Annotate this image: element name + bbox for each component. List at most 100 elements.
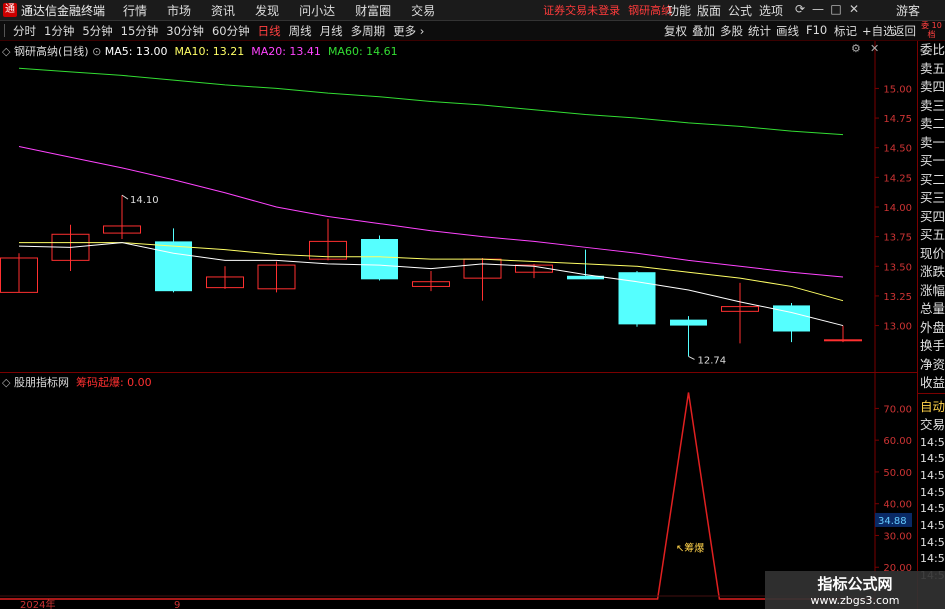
indicator-tick-label: 50.00 — [883, 468, 912, 479]
menu-layout[interactable]: 版面 — [697, 2, 721, 19]
watermark-title: 指标公式网 — [817, 575, 893, 593]
main-legend: ◇ 钢研高纳(日线) ⊙ MA5: 13.00 MA10: 13.21 MA20… — [2, 43, 398, 59]
tab-more-label: 更多 — [393, 23, 417, 38]
candle-body-up — [824, 339, 862, 342]
quote-field-label: 现价 — [920, 245, 945, 261]
menu-item-ask[interactable]: 问小达 — [299, 2, 335, 19]
quote-field-label: 卖三 — [920, 97, 945, 113]
quote-field-label: 买一 — [920, 153, 945, 168]
quote-field-label: 委比 — [920, 42, 945, 57]
indicator-collapse-icon[interactable]: ◇ — [2, 376, 10, 389]
indicator-tick-label: 30.00 — [883, 531, 912, 542]
depth-indicator: 委 10档 — [918, 21, 945, 40]
tab-monthly[interactable]: 月线 — [316, 23, 347, 39]
tool-f10[interactable]: F10 — [806, 23, 827, 37]
menu-item-news[interactable]: 资讯 — [211, 2, 235, 19]
price-tick-label: 14.75 — [883, 114, 912, 125]
candle-body-down — [155, 241, 192, 292]
tool-mark[interactable]: 标记 — [834, 23, 857, 39]
quote-field-label: 卖一 — [920, 134, 945, 150]
indicator-line — [0, 392, 875, 600]
tab-timeshare[interactable]: 分时 — [9, 23, 40, 39]
ma60-label: MA60: 14.61 — [327, 45, 398, 58]
dropdown-icon[interactable]: ⊙ — [92, 45, 101, 58]
menu-item-trade[interactable]: 交易 — [411, 2, 435, 19]
quote-field-label: 买五 — [920, 227, 945, 242]
maximize-icon[interactable]: □ — [828, 2, 844, 18]
indicator-legend: ◇ 股朋指标网 筹码起爆: 0.00 — [2, 374, 152, 390]
stock-name-label: 钢研高纳(日线) — [13, 45, 89, 58]
quote-field-label: 卖五 — [920, 60, 945, 76]
watermark-url: www.zbgs3.com — [810, 594, 900, 607]
chart-settings-icon[interactable]: ⚙ — [851, 42, 861, 55]
tool-overlay[interactable]: 叠加 — [692, 23, 715, 39]
tab-daily[interactable]: 日线 — [254, 23, 285, 39]
menu-item-quotes[interactable]: 行情 — [123, 2, 147, 19]
menu-function[interactable]: 功能 — [667, 2, 691, 19]
tick-time: 14:56 — [920, 502, 945, 516]
candle-body-down — [670, 319, 707, 326]
price-tick-label: 13.75 — [883, 233, 912, 244]
chart-close-icon[interactable]: ✕ — [870, 42, 879, 55]
low-marker-line — [688, 355, 695, 360]
close-icon[interactable]: ✕ — [846, 2, 862, 18]
panel-tab[interactable]: 交易 — [918, 416, 945, 435]
guest-label[interactable]: 游客 — [896, 2, 920, 19]
refresh-icon[interactable]: ⟳ — [792, 2, 808, 18]
ma5-label: MA5: 13.00 — [104, 45, 168, 58]
app-logo-icon: 通 — [3, 3, 17, 17]
menu-item-market[interactable]: 市场 — [167, 2, 191, 19]
price-tick-label: 13.00 — [883, 322, 912, 333]
quote-field-label: 总量 — [920, 301, 945, 316]
tool-stats[interactable]: 统计 — [748, 23, 771, 39]
tick-time: 14:56 — [920, 485, 945, 499]
tab-weekly[interactable]: 周线 — [285, 23, 316, 39]
candle-body-down — [773, 305, 810, 332]
tool-adjust[interactable]: 复权 — [664, 23, 687, 39]
price-tick-label: 14.00 — [883, 203, 912, 214]
tab-1min[interactable]: 1分钟 — [40, 23, 78, 39]
tab-60min[interactable]: 60分钟 — [208, 23, 254, 39]
tool-back[interactable]: 返回 — [893, 23, 916, 39]
panel-tab[interactable]: 自动 — [918, 398, 945, 417]
price-chart[interactable]: 15.00 14.75 14.50 14.25 14.00 13.75 13.50 13.25… — [0, 41, 917, 373]
chart-collapse-icon[interactable]: ◇ — [2, 45, 10, 58]
tab-5min[interactable]: 5分钟 — [78, 23, 116, 39]
ma20-line — [18, 146, 844, 278]
app-title: 通达信金融终端 — [21, 3, 106, 18]
quote-field-label: 收益 — [920, 375, 945, 390]
quote-field-label: 买二 — [920, 171, 945, 187]
price-tick-label: 14.50 — [883, 144, 912, 155]
menu-item-wealth[interactable]: 财富圈 — [355, 2, 391, 19]
tab-more[interactable]: 更多 › — [389, 23, 428, 39]
tool-add-watchlist[interactable]: +自选 — [862, 23, 895, 39]
x-axis-month: 9 — [174, 600, 180, 609]
menu-bar: 通 通达信金融终端 行情 市场 资讯 发现 问小达 财富圈 交易 证券交易未登录… — [0, 0, 945, 21]
tick-time: 14:56 — [920, 468, 945, 482]
stock-notice[interactable]: 钢研高纳 — [628, 2, 672, 18]
menu-options[interactable]: 选项 — [759, 2, 783, 19]
toolbar-divider — [4, 24, 5, 37]
ma10-label: MA10: 13.21 — [174, 45, 245, 58]
tab-15min[interactable]: 15分钟 — [117, 23, 163, 39]
tick-time: 14:56 — [920, 452, 945, 466]
x-axis-year: 2024年 — [20, 598, 55, 609]
quote-field-label: 净资 — [920, 356, 945, 372]
menu-item-discover[interactable]: 发现 — [255, 2, 279, 19]
tab-30min[interactable]: 30分钟 — [162, 23, 208, 39]
tool-multi-stock[interactable]: 多股 — [720, 23, 743, 39]
quote-field-label: 换手 — [920, 338, 945, 353]
tab-multi-period[interactable]: 多周期 — [347, 23, 390, 39]
ma20-label: MA20: 13.41 — [251, 45, 321, 58]
period-toolbar: 分时 1分钟 5分钟 15分钟 30分钟 60分钟 日线 周线 月线 多周期 更… — [0, 21, 945, 41]
indicator-annotation: ↖筹爆 — [676, 541, 704, 554]
indicator-name: 股朋指标网 — [13, 376, 69, 389]
tool-draw[interactable]: 画线 — [776, 23, 799, 39]
login-notice[interactable]: 证券交易未登录 — [543, 2, 620, 18]
high-marker-label: 14.10 — [130, 195, 159, 206]
candle-body-down — [361, 239, 398, 280]
minimize-icon[interactable]: — — [810, 2, 826, 18]
menu-formula[interactable]: 公式 — [728, 2, 752, 19]
indicator-tick-label: 40.00 — [883, 500, 912, 511]
tick-time: 14:56 — [920, 518, 945, 532]
